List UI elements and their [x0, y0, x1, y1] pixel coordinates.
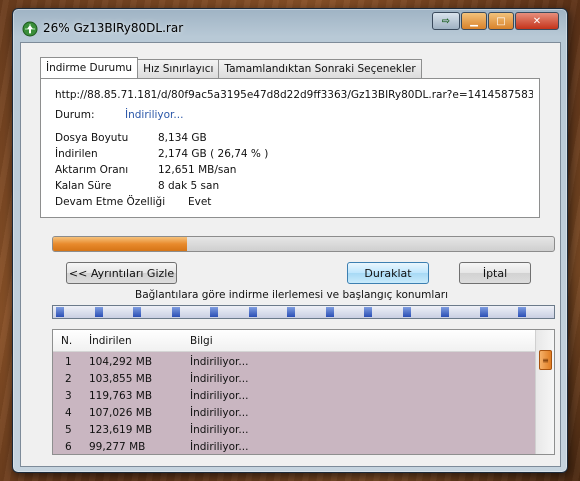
row-number: 5	[65, 424, 72, 436]
close-button[interactable]: ✕	[515, 12, 559, 30]
status-value: İndiriliyor...	[125, 109, 184, 121]
connection-segment	[287, 307, 295, 317]
connection-segment	[480, 307, 488, 317]
transfer-rate-value: 12,651 MB/san	[158, 164, 237, 176]
download-globe-icon	[22, 21, 38, 37]
connection-segment	[56, 307, 64, 317]
status-label: Durum:	[55, 109, 95, 121]
scrollbar-thumb[interactable]: ≡	[539, 350, 552, 370]
file-size-label: Dosya Boyutu	[55, 132, 129, 144]
transfer-rate-label: Aktarım Oranı	[55, 164, 129, 176]
connection-segment	[133, 307, 141, 317]
row-info: İndiriliyor...	[190, 373, 249, 385]
row-info: İndiriliyor...	[190, 356, 249, 368]
connection-segment	[326, 307, 334, 317]
table-row[interactable]: 3 119,763 MB İndiriliyor...	[53, 388, 535, 405]
resume-capability-value: Evet	[188, 196, 212, 208]
row-info: İndiriliyor...	[190, 390, 249, 402]
connection-segment	[249, 307, 257, 317]
connection-segment	[210, 307, 218, 317]
window-title: 26% Gz13BIRy80DL.rar	[43, 21, 184, 35]
column-header-downloaded[interactable]: İndirilen	[89, 335, 132, 347]
table-row[interactable]: 5 123,619 MB İndiriliyor...	[53, 422, 535, 439]
table-row[interactable]: 4 107,026 MB İndiriliyor...	[53, 405, 535, 422]
column-header-n[interactable]: N.	[61, 335, 72, 347]
row-downloaded: 107,026 MB	[89, 407, 153, 419]
download-progress-bar	[52, 236, 555, 252]
connection-segment	[172, 307, 180, 317]
table-row[interactable]: 6 99,277 MB İndiriliyor...	[53, 439, 535, 454]
table-row[interactable]: 1 104,292 MB İndiriliyor...	[53, 354, 535, 371]
row-number: 6	[65, 441, 72, 453]
grip-icon: ≡	[542, 355, 549, 365]
list-scrollbar[interactable]: ≡	[535, 330, 554, 454]
resume-capability-label: Devam Etme Özelliği	[55, 196, 166, 208]
downloaded-value: 2,174 GB ( 26,74 % )	[158, 148, 269, 160]
row-info: İndiriliyor...	[190, 441, 249, 453]
row-info: İndiriliyor...	[190, 424, 249, 436]
list-header: N. İndirilen Bilgi	[53, 330, 535, 352]
download-url: http://88.85.71.181/d/80f9ac5a3195e47d8d…	[55, 89, 533, 101]
maximize-button[interactable]: □	[488, 12, 514, 30]
downloaded-label: İndirilen	[55, 148, 98, 160]
title-bar[interactable]: 26% Gz13BIRy80DL.rar ⇨ ▁ □ ✕	[13, 9, 567, 43]
row-number: 1	[65, 356, 72, 368]
status-panel: http://88.85.71.181/d/80f9ac5a3195e47d8d…	[40, 78, 540, 218]
tab-download-status[interactable]: İndirme Durumu	[40, 57, 139, 78]
row-number: 3	[65, 390, 72, 402]
connection-segment	[518, 307, 526, 317]
time-left-value: 8 dak 5 san	[158, 180, 220, 192]
row-number: 2	[65, 373, 72, 385]
cancel-button[interactable]: İptal	[459, 262, 531, 284]
tab-strip: İndirme Durumu Hız Sınırlayıcı Tamamland…	[40, 57, 422, 78]
column-header-info[interactable]: Bilgi	[190, 335, 213, 347]
minimize-button[interactable]: ▁	[461, 12, 487, 30]
connections-progress-label: Bağlantılara göre indirme ilerlemesi ve …	[134, 289, 448, 301]
tab-after-complete-options[interactable]: Tamamlandıktan Sonraki Seçenekler	[218, 59, 422, 78]
row-downloaded: 104,292 MB	[89, 356, 153, 368]
connections-progress-bar	[52, 305, 555, 319]
connections-list: N. İndirilen Bilgi 1 104,292 MB İndirili…	[52, 329, 555, 455]
redirect-button[interactable]: ⇨	[432, 12, 460, 30]
file-size-value: 8,134 GB	[158, 132, 207, 144]
connection-segment	[95, 307, 103, 317]
row-downloaded: 119,763 MB	[89, 390, 153, 402]
connection-segment	[441, 307, 449, 317]
connection-segment	[364, 307, 372, 317]
table-row[interactable]: 2 103,855 MB İndiriliyor...	[53, 371, 535, 388]
time-left-label: Kalan Süre	[55, 180, 112, 192]
download-progress-fill	[53, 237, 187, 251]
download-window: 26% Gz13BIRy80DL.rar ⇨ ▁ □ ✕ İndirme Dur…	[12, 8, 568, 473]
row-downloaded: 123,619 MB	[89, 424, 153, 436]
connection-segment	[403, 307, 411, 317]
pause-button[interactable]: Duraklat	[347, 262, 429, 284]
tab-speed-limiter[interactable]: Hız Sınırlayıcı	[137, 59, 220, 78]
row-number: 4	[65, 407, 72, 419]
hide-details-button[interactable]: << Ayrıntıları Gizle	[66, 262, 177, 284]
row-downloaded: 99,277 MB	[89, 441, 146, 453]
row-downloaded: 103,855 MB	[89, 373, 153, 385]
row-info: İndiriliyor...	[190, 407, 249, 419]
window-client-area: İndirme Durumu Hız Sınırlayıcı Tamamland…	[20, 42, 561, 467]
caption-buttons: ⇨ ▁ □ ✕	[432, 12, 559, 30]
